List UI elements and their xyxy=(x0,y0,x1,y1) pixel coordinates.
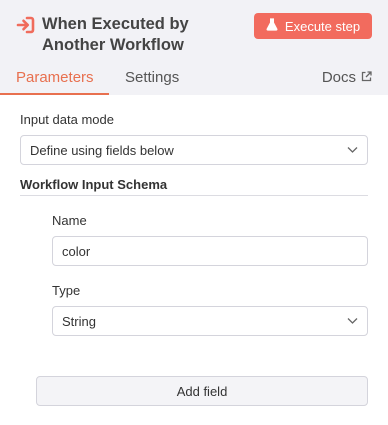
input-data-mode-label: Input data mode xyxy=(20,112,114,127)
field-name-label: Name xyxy=(52,213,87,228)
schema-section-title: Workflow Input Schema xyxy=(20,177,168,192)
input-data-mode-select[interactable]: Define using fields below xyxy=(20,135,368,165)
sign-in-arrow-icon xyxy=(16,15,36,35)
field-type-value: String xyxy=(62,313,96,329)
node-parameters-panel: When Executed by Another Workflow Execut… xyxy=(0,0,388,425)
node-title: When Executed by Another Workflow xyxy=(42,15,189,54)
active-tab-indicator xyxy=(0,93,109,95)
flask-icon xyxy=(266,18,278,34)
panel-header: When Executed by Another Workflow Execut… xyxy=(0,0,388,95)
external-link-icon xyxy=(361,68,372,88)
tab-settings[interactable]: Settings xyxy=(125,68,179,88)
execute-step-button[interactable]: Execute step xyxy=(254,13,372,39)
docs-label: Docs xyxy=(321,69,356,86)
chevron-down-icon xyxy=(347,147,358,153)
add-field-button[interactable]: Add field xyxy=(36,376,368,406)
tab-parameters[interactable]: Parameters xyxy=(16,68,94,88)
field-name-input[interactable]: color xyxy=(52,236,368,266)
docs-link[interactable]: Docs xyxy=(322,68,372,88)
chevron-down-icon xyxy=(347,318,358,324)
field-type-label: Type xyxy=(52,283,81,298)
input-data-mode-value: Define using fields below xyxy=(30,142,174,158)
field-name-value: color xyxy=(62,243,91,259)
field-type-select[interactable]: String xyxy=(52,306,368,336)
execute-step-label: Execute step xyxy=(284,18,361,34)
section-divider xyxy=(20,195,368,196)
